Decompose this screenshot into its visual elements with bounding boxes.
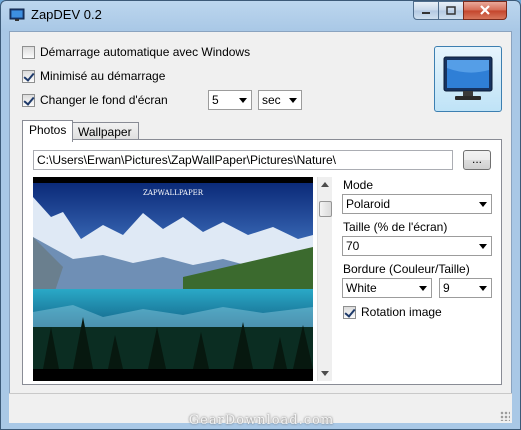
monitor-icon	[443, 56, 493, 100]
minimize-button[interactable]	[413, 1, 439, 20]
chevron-down-icon	[419, 286, 427, 291]
maximize-icon	[446, 6, 456, 15]
interval-unit-select[interactable]: sec	[258, 90, 302, 110]
app-window: ZapDEV 0.2 Démarrage automatique avec Wi…	[0, 0, 521, 430]
interval-value-select[interactable]: 5	[208, 90, 252, 110]
rotation-checkbox[interactable]	[343, 305, 356, 319]
wallpaper-preview: ZAPWALLPAPER	[33, 177, 313, 381]
scroll-down-icon[interactable]	[321, 371, 329, 376]
scroll-thumb[interactable]	[319, 201, 332, 217]
main-panel: Démarrage automatique avec Windows Minim…	[9, 31, 512, 422]
rotation-option[interactable]: Rotation image	[343, 305, 442, 319]
border-size-select[interactable]: 9	[439, 278, 492, 298]
minimized-option[interactable]: Minimisé au démarrage	[22, 69, 165, 83]
interval-value: 5	[212, 93, 219, 107]
tab-wallpaper-label: Wallpaper	[78, 125, 132, 139]
minimized-checkbox[interactable]	[22, 69, 35, 83]
autostart-option[interactable]: Démarrage automatique avec Windows	[22, 45, 250, 59]
chevron-down-icon	[239, 98, 247, 103]
change-wallpaper-label: Changer le fond d'écran	[40, 93, 168, 107]
tab-photos[interactable]: Photos	[22, 120, 74, 142]
close-icon	[480, 5, 490, 15]
browse-button[interactable]: ...	[463, 150, 491, 170]
minimize-icon	[422, 11, 430, 14]
close-button[interactable]	[463, 1, 507, 20]
autostart-label: Démarrage automatique avec Windows	[40, 45, 251, 59]
rotation-label: Rotation image	[361, 305, 442, 319]
apply-wallpaper-button[interactable]	[434, 46, 502, 112]
mode-value: Polaroid	[346, 197, 391, 211]
mode-select[interactable]: Polaroid	[342, 194, 492, 214]
interval-unit: sec	[262, 93, 281, 107]
maximize-button[interactable]	[438, 1, 464, 20]
change-wallpaper-option[interactable]: Changer le fond d'écran	[22, 93, 168, 107]
border-label: Bordure (Couleur/Taille)	[343, 262, 470, 276]
chevron-down-icon	[479, 202, 487, 207]
size-label: Taille (% de l'écran)	[343, 220, 448, 234]
preview-caption: ZAPWALLPAPER	[143, 189, 204, 197]
change-wallpaper-checkbox[interactable]	[22, 93, 35, 107]
mode-label: Mode	[343, 178, 374, 192]
size-select[interactable]: 70	[342, 236, 492, 256]
size-value: 70	[346, 239, 360, 253]
photos-tab-panel: C:\Users\Erwan\Pictures\ZapWallPaper\Pic…	[22, 139, 502, 385]
chevron-down-icon	[289, 98, 297, 103]
border-size-value: 9	[443, 281, 450, 295]
window-title: ZapDEV 0.2	[31, 7, 102, 22]
tab-photos-label: Photos	[29, 123, 67, 137]
scroll-up-icon[interactable]	[321, 182, 329, 187]
monitor-icon	[9, 8, 25, 21]
landscape-preview-image: ZAPWALLPAPER	[33, 183, 313, 369]
chevron-down-icon	[479, 286, 487, 291]
minimized-label: Minimisé au démarrage	[40, 69, 166, 83]
chevron-down-icon	[479, 244, 487, 249]
preview-scrollbar[interactable]	[317, 177, 332, 381]
title-bar[interactable]: ZapDEV 0.2	[1, 1, 520, 29]
watermark: GearDownload.com	[188, 413, 335, 428]
folder-path-input[interactable]: C:\Users\Erwan\Pictures\ZapWallPaper\Pic…	[33, 150, 453, 170]
border-color-select[interactable]: White	[342, 278, 432, 298]
autostart-checkbox[interactable]	[22, 45, 35, 59]
border-color-value: White	[346, 281, 377, 295]
